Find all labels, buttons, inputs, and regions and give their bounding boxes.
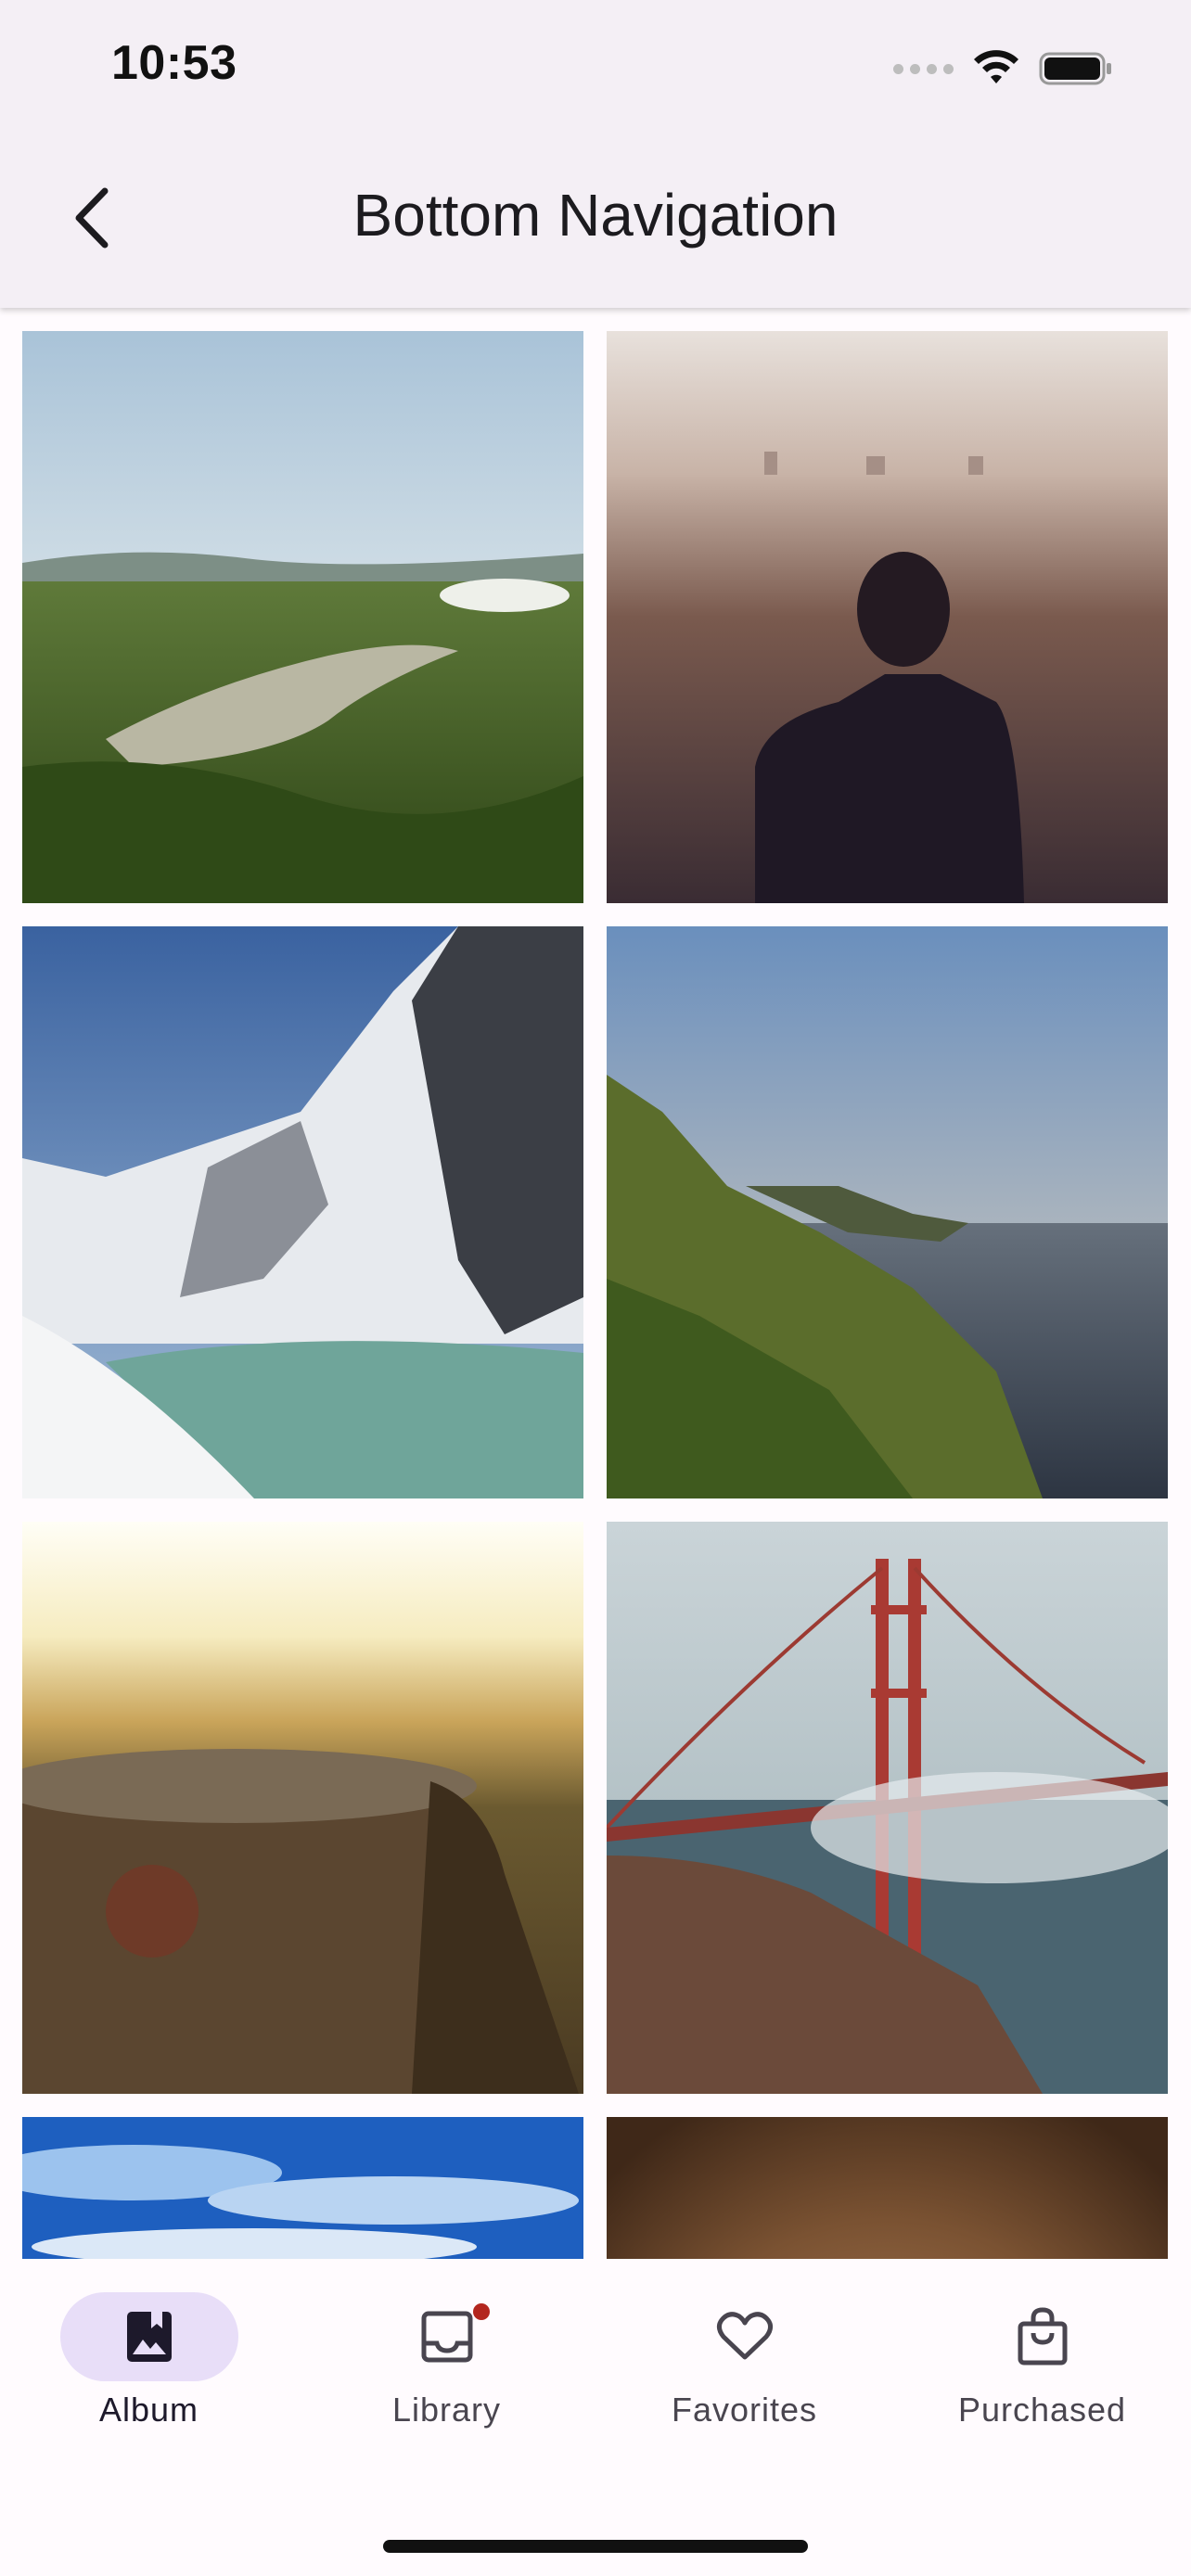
cellular-signal-icon [893,63,954,74]
notification-badge [472,2303,490,2320]
home-indicator[interactable] [383,2540,808,2553]
heart-icon [716,2312,773,2360]
forest-lake-photo[interactable] [22,331,583,903]
inbox-icon [421,2311,472,2363]
bottom-navigation-items: Album Library Favorites Purchased [0,2259,1191,2481]
nav-label-library: Library [391,2391,502,2429]
tree-stump-sunset-photo[interactable] [22,1522,583,2094]
status-icons [893,46,1113,91]
shopping-bag-icon [1018,2307,1067,2366]
nav-label-favorites: Favorites [671,2391,818,2429]
nav-icon-container [656,2292,834,2381]
bottom-navigation-bar: Album Library Favorites Purchased [0,2259,1191,2576]
screen: 10:53 Bottom Navigation Album Library Fa… [0,0,1191,2576]
snowy-mountain-lake-photo[interactable] [22,926,583,1498]
status-time: 10:53 [111,36,237,90]
coastal-cliff-photo[interactable] [607,926,1168,1498]
page-title: Bottom Navigation [352,182,839,249]
nav-item-album[interactable]: Album [0,2259,298,2481]
wifi-icon [974,50,1018,83]
golden-gate-bridge-photo[interactable] [607,1522,1168,2094]
photo-grid [22,331,1169,2576]
top-app-bar: 10:53 Bottom Navigation [0,0,1191,308]
nav-icon-container [358,2292,536,2381]
woman-cityscape-photo[interactable] [607,331,1168,903]
photo-album-icon [126,2312,172,2362]
nav-item-library[interactable]: Library [298,2259,596,2481]
nav-item-favorites[interactable]: Favorites [596,2259,893,2481]
nav-icon-container [954,2292,1132,2381]
nav-label-album: Album [98,2391,199,2429]
active-indicator [59,2292,238,2381]
nav-label-purchased: Purchased [957,2391,1127,2429]
nav-item-purchased[interactable]: Purchased [893,2259,1191,2481]
battery-icon [1039,52,1111,85]
